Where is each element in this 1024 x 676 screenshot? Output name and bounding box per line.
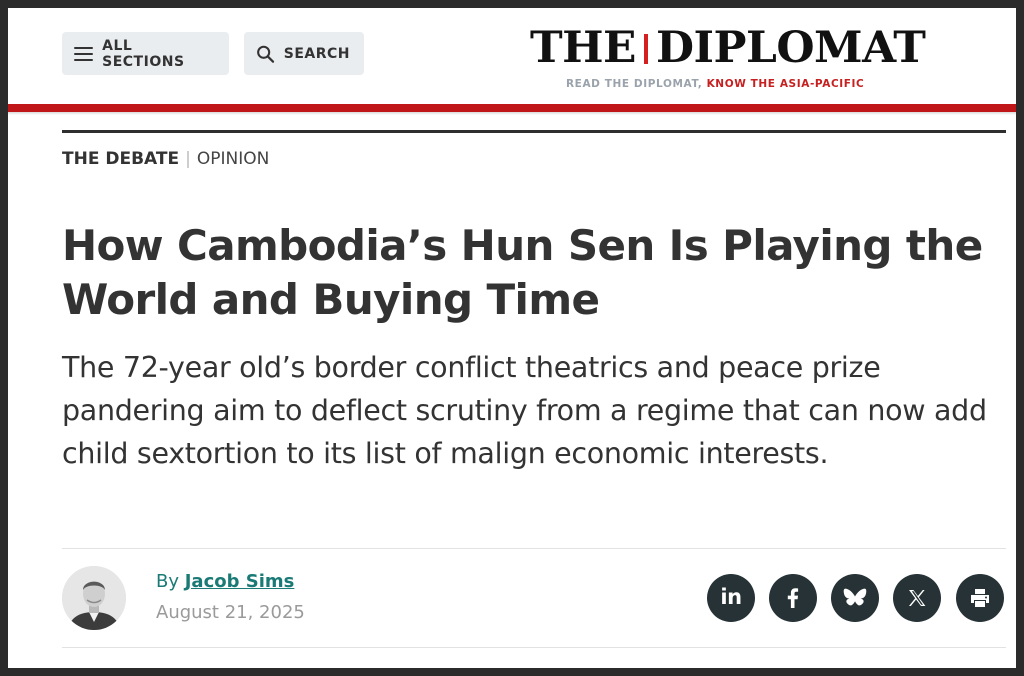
logo-tagline: READ THE DIPLOMAT, KNOW THE ASIA-PACIFIC [566, 78, 864, 90]
byline-top-rule [62, 548, 1006, 549]
byline-bottom-rule [62, 647, 1006, 648]
search-button[interactable]: SEARCH [244, 32, 364, 75]
all-sections-label: ALL SECTIONS [102, 37, 185, 70]
site-logo[interactable]: THE DIPLOMAT READ THE DIPLOMAT, KNOW THE… [528, 20, 928, 90]
site-header: ALL SECTIONS SEARCH THE DIPLOMAT READ TH… [8, 8, 1016, 104]
logo-word-diplomat: DIPLOMAT [656, 23, 926, 73]
author-avatar[interactable] [62, 566, 126, 630]
browser-viewport: ALL SECTIONS SEARCH THE DIPLOMAT READ TH… [8, 8, 1016, 668]
all-sections-button[interactable]: ALL SECTIONS [62, 32, 229, 75]
kicker-separator: | [185, 149, 191, 169]
tagline-part-2: KNOW THE ASIA-PACIFIC [702, 78, 865, 90]
author-photo-icon [62, 566, 126, 630]
facebook-icon [787, 588, 799, 608]
author-link[interactable]: Jacob Sims [185, 571, 295, 592]
logo-divider-bar [644, 34, 648, 64]
byline: By Jacob Sims [156, 571, 294, 592]
article-type-label: OPINION [196, 149, 270, 169]
hamburger-menu-icon [74, 46, 94, 61]
share-x-button[interactable] [893, 574, 941, 622]
search-label: SEARCH [283, 45, 350, 62]
linkedin-icon: in [720, 585, 742, 609]
print-icon [971, 589, 989, 607]
bluesky-icon [843, 588, 867, 606]
header-red-rule [8, 104, 1016, 112]
article-dek: The 72-year old’s border conflict theatr… [62, 351, 987, 470]
section-link[interactable]: THE DEBATE [62, 149, 179, 169]
share-bluesky-button[interactable] [831, 574, 879, 622]
header-rule-shadow [8, 112, 1016, 115]
x-icon [909, 590, 926, 606]
article-top-rule [62, 130, 1006, 133]
byline-prefix: By [156, 571, 185, 592]
logo-word-the: THE [530, 23, 636, 73]
search-icon [257, 45, 275, 63]
article-headline: How Cambodia’s Hun Sen Is Playing the Wo… [62, 221, 983, 324]
share-facebook-button[interactable] [769, 574, 817, 622]
print-button[interactable] [956, 574, 1004, 622]
tagline-part-1: READ THE DIPLOMAT, [566, 78, 703, 90]
article-kicker: THE DEBATE | OPINION [62, 149, 269, 169]
share-linkedin-button[interactable]: in [707, 574, 755, 622]
publish-date: August 21, 2025 [156, 602, 305, 623]
